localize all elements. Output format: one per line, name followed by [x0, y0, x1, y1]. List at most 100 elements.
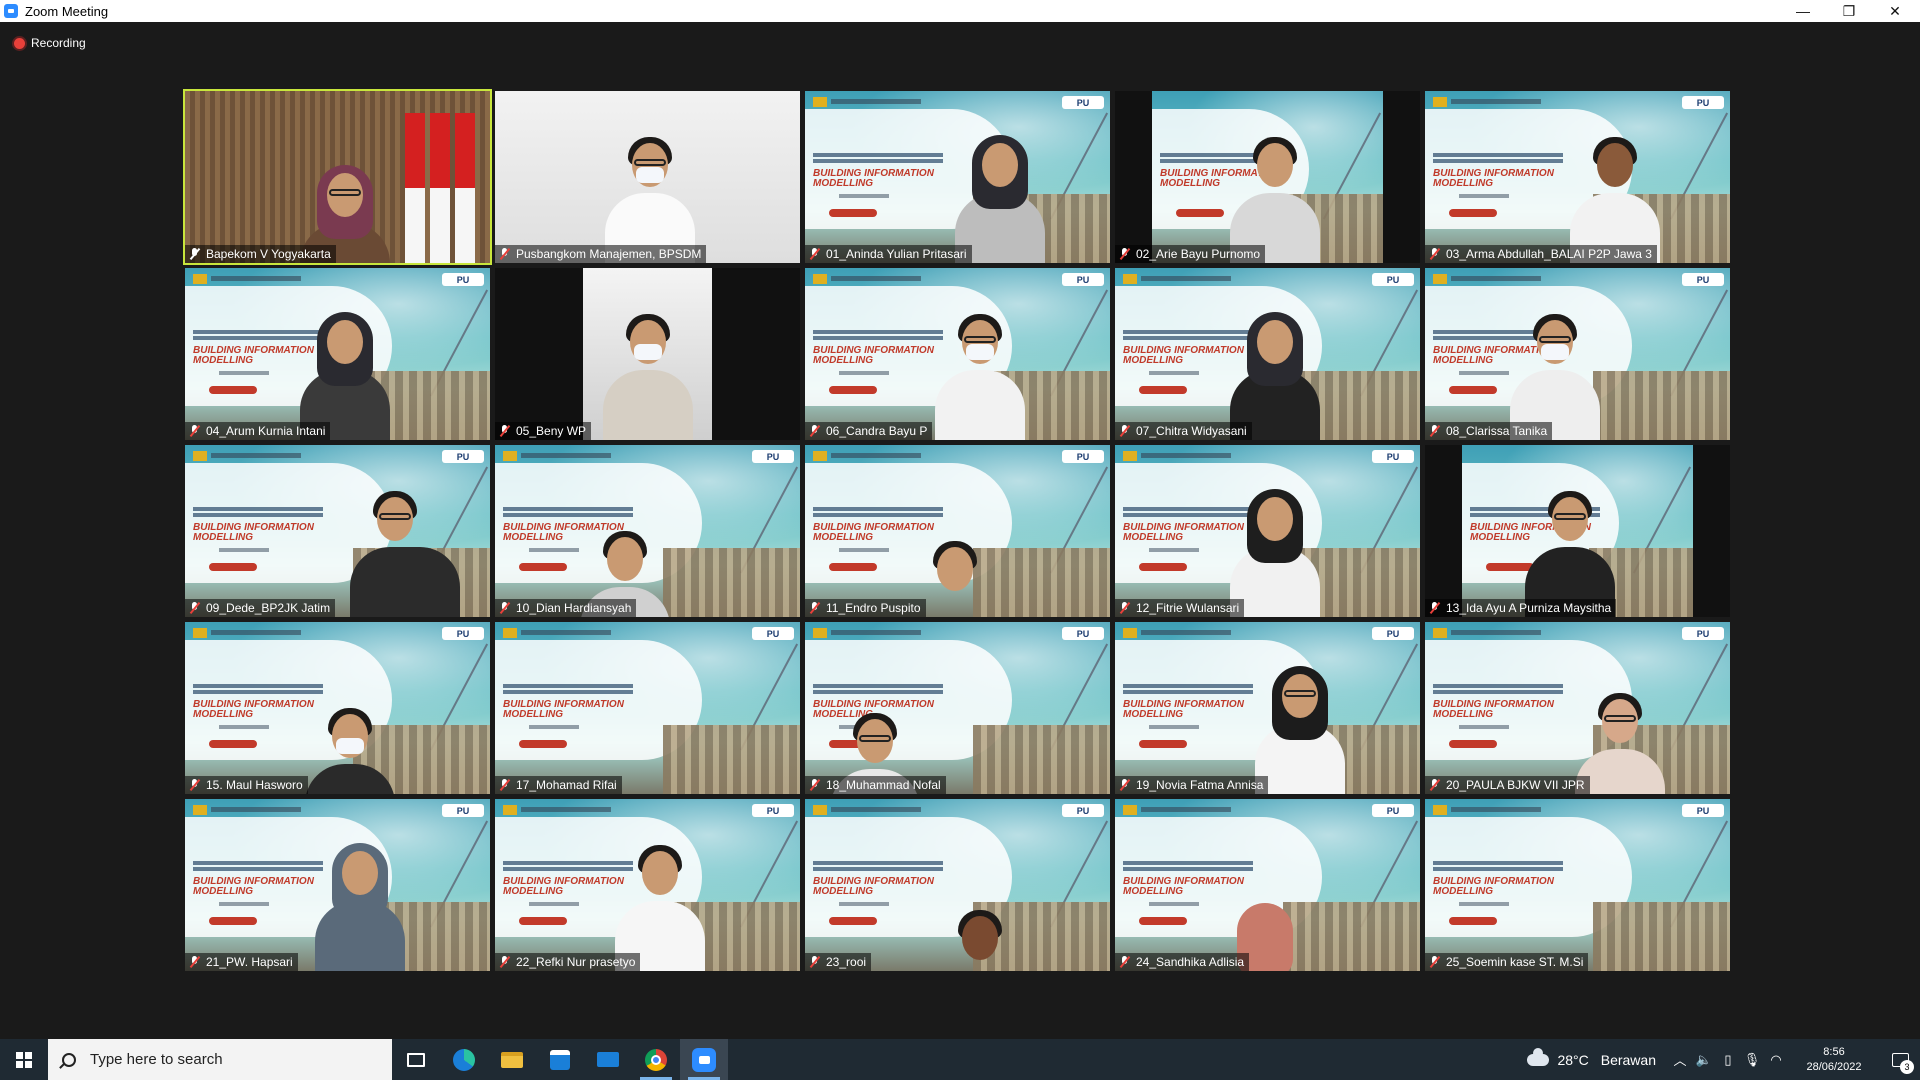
- muted-microphone-icon: [809, 956, 820, 968]
- muted-microphone-icon: [809, 779, 820, 791]
- chevron-up-icon: ︿: [1673, 1053, 1687, 1068]
- video-tile[interactable]: PU BUILDING INFORMATION MODELLING 17_Moham…: [495, 622, 800, 794]
- video-tile[interactable]: PU BUILDING INFORMATION MODELLING 06_Candr…: [805, 268, 1110, 440]
- file-explorer-button[interactable]: [488, 1039, 536, 1080]
- participant-video: [315, 831, 405, 971]
- video-tile[interactable]: PU BUILDING INFORMATION MODELLING 22_Refki…: [495, 799, 800, 971]
- participant-video: [1525, 477, 1615, 617]
- video-tile[interactable]: PU BUILDING INFORMATION MODELLING 23_rooi: [805, 799, 1110, 971]
- network-button[interactable]: ◠: [1764, 1039, 1788, 1080]
- taskbar-clock[interactable]: 8:56 28/06/2022: [1794, 1045, 1874, 1075]
- microphone-button[interactable]: 🎙: [1740, 1039, 1764, 1080]
- flag: [405, 113, 425, 263]
- participant-name-label: 21_PW. Hapsari: [185, 953, 298, 971]
- participant-name-label: 06_Candra Bayu P: [805, 422, 933, 440]
- muted-microphone-icon: [499, 425, 510, 437]
- muted-microphone-icon: [499, 602, 510, 614]
- edge-button[interactable]: [440, 1039, 488, 1080]
- participant-video: [1510, 300, 1600, 440]
- video-tile[interactable]: PU BUILDING INFORMATION MODELLING 18_Muham…: [805, 622, 1110, 794]
- participant-video: [1230, 477, 1320, 617]
- video-tile[interactable]: PU BUILDING INFORMATION MODELLING 15. Maul…: [185, 622, 490, 794]
- video-tile[interactable]: PU BUILDING INFORMATION MODELLING 20_PAULA…: [1425, 622, 1730, 794]
- search-placeholder: Type here to search: [90, 1051, 223, 1068]
- participant-name-label: 02_Arie Bayu Purnomo: [1115, 245, 1266, 263]
- video-tile[interactable]: PU BUILDING INFORMATION MODELLING 03_Arma …: [1425, 91, 1730, 263]
- muted-microphone-icon: [1119, 425, 1130, 437]
- clock-time: 8:56: [1823, 1045, 1845, 1058]
- participant-video: [305, 694, 395, 794]
- participant-video: [935, 300, 1025, 440]
- cloud-icon: [1527, 1047, 1550, 1066]
- muted-microphone-icon: [189, 425, 200, 437]
- task-view-button[interactable]: [392, 1039, 440, 1080]
- letterbox: [712, 268, 800, 440]
- muted-microphone-icon: [1429, 425, 1440, 437]
- minimize-button[interactable]: —: [1780, 0, 1826, 22]
- muted-microphone-icon: [1429, 248, 1440, 260]
- participant-name-label: 22_Refki Nur prasetyo: [495, 953, 641, 971]
- participant-video: [603, 300, 693, 440]
- video-tile[interactable]: PU BUILDING INFORMATION MODELLING 12_Fitri…: [1115, 445, 1420, 617]
- video-feed: [583, 268, 712, 440]
- weather-temp: 28°C: [1557, 1051, 1589, 1068]
- weather-widget[interactable]: 28°C Berawan: [1527, 1047, 1656, 1068]
- video-tile[interactable]: PU BUILDING INFORMATION MODELLING 07_Chitr…: [1115, 268, 1420, 440]
- muted-microphone-icon: [189, 956, 200, 968]
- task-view-icon: [407, 1052, 425, 1067]
- participant-video: [955, 123, 1045, 263]
- chrome-icon: [645, 1048, 667, 1071]
- notifications-button[interactable]: 3: [1880, 1039, 1920, 1080]
- participant-name-label: 12_Fitrie Wulansari: [1115, 599, 1245, 617]
- video-tile[interactable]: PU BUILDING INFORMATION MODELLING 19_Novia…: [1115, 622, 1420, 794]
- participant-video: [1230, 123, 1320, 263]
- video-tile[interactable]: PU BUILDING INFORMATION MODELLING 08_Clari…: [1425, 268, 1730, 440]
- participant-name-label: 25_Soemin kase ST. M.Si: [1425, 953, 1589, 971]
- recording-indicator[interactable]: Recording: [14, 36, 86, 50]
- participant-name-label: 09_Dede_BP2JK Jatim: [185, 599, 336, 617]
- window-title: Zoom Meeting: [25, 3, 109, 19]
- participant-video: [350, 477, 460, 617]
- video-tile[interactable]: PU BUILDING INFORMATION MODELLING 10_Dian …: [495, 445, 800, 617]
- video-tile[interactable]: PU BUILDING INFORMATION MODELLING 01_Anind…: [805, 91, 1110, 263]
- show-hidden-icons-button[interactable]: ︿: [1668, 1039, 1692, 1080]
- participant-name-label: 15. Maul Hasworo: [185, 776, 308, 794]
- chrome-button[interactable]: [632, 1039, 680, 1080]
- video-tile[interactable]: Pusbangkom Manajemen, BPSDM: [495, 91, 800, 263]
- video-tile[interactable]: PU BUILDING INFORMATION MODELLING 21_PW. H…: [185, 799, 490, 971]
- close-button[interactable]: ✕: [1872, 0, 1918, 22]
- participant-name-label: Pusbangkom Manajemen, BPSDM: [495, 245, 707, 263]
- video-tile[interactable]: BUILDING INFORMATION MODELLING 02_Arie Ba…: [1115, 91, 1420, 263]
- muted-microphone-icon: [499, 248, 510, 260]
- participant-video: [605, 123, 695, 263]
- muted-microphone-icon: [809, 248, 820, 260]
- battery-button[interactable]: ▯: [1716, 1039, 1740, 1080]
- video-tile[interactable]: BUILDING INFORMATION MODELLING 13_Ida Ayu…: [1425, 445, 1730, 617]
- start-button[interactable]: [0, 1039, 48, 1080]
- virtual-background: PU BUILDING INFORMATION MODELLING: [1425, 799, 1730, 971]
- video-tile[interactable]: 05_Beny WP: [495, 268, 800, 440]
- muted-microphone-icon: [1119, 779, 1130, 791]
- search-icon: [62, 1052, 76, 1067]
- store-icon: [550, 1049, 570, 1070]
- weather-desc: Berawan: [1600, 1051, 1656, 1068]
- taskbar-search-box[interactable]: Type here to search: [48, 1039, 392, 1080]
- video-tile[interactable]: PU BUILDING INFORMATION MODELLING 04_Arum …: [185, 268, 490, 440]
- participant-name-label: 01_Aninda Yulian Pritasari: [805, 245, 972, 263]
- store-button[interactable]: [536, 1039, 584, 1080]
- mail-button[interactable]: [584, 1039, 632, 1080]
- muted-microphone-icon: [189, 779, 200, 791]
- video-tile[interactable]: PU BUILDING INFORMATION MODELLING 11_Endro…: [805, 445, 1110, 617]
- video-tile[interactable]: PU BUILDING INFORMATION MODELLING 24_Sandh…: [1115, 799, 1420, 971]
- video-tile[interactable]: PU BUILDING INFORMATION MODELLING 09_Dede_…: [185, 445, 490, 617]
- participant-name-label: 18_Muhammad Nofal: [805, 776, 946, 794]
- zoom-button[interactable]: [680, 1039, 728, 1080]
- muted-microphone-icon: [1429, 956, 1440, 968]
- restore-button[interactable]: ❐: [1826, 0, 1872, 22]
- video-tile[interactable]: Bapekom V Yogyakarta: [183, 89, 492, 265]
- video-tile[interactable]: PU BUILDING INFORMATION MODELLING 25_Soemi…: [1425, 799, 1730, 971]
- muted-microphone-icon: [499, 956, 510, 968]
- letterbox: [1693, 445, 1730, 617]
- participant-video: [935, 896, 1025, 971]
- volume-button[interactable]: 🔈: [1692, 1039, 1716, 1080]
